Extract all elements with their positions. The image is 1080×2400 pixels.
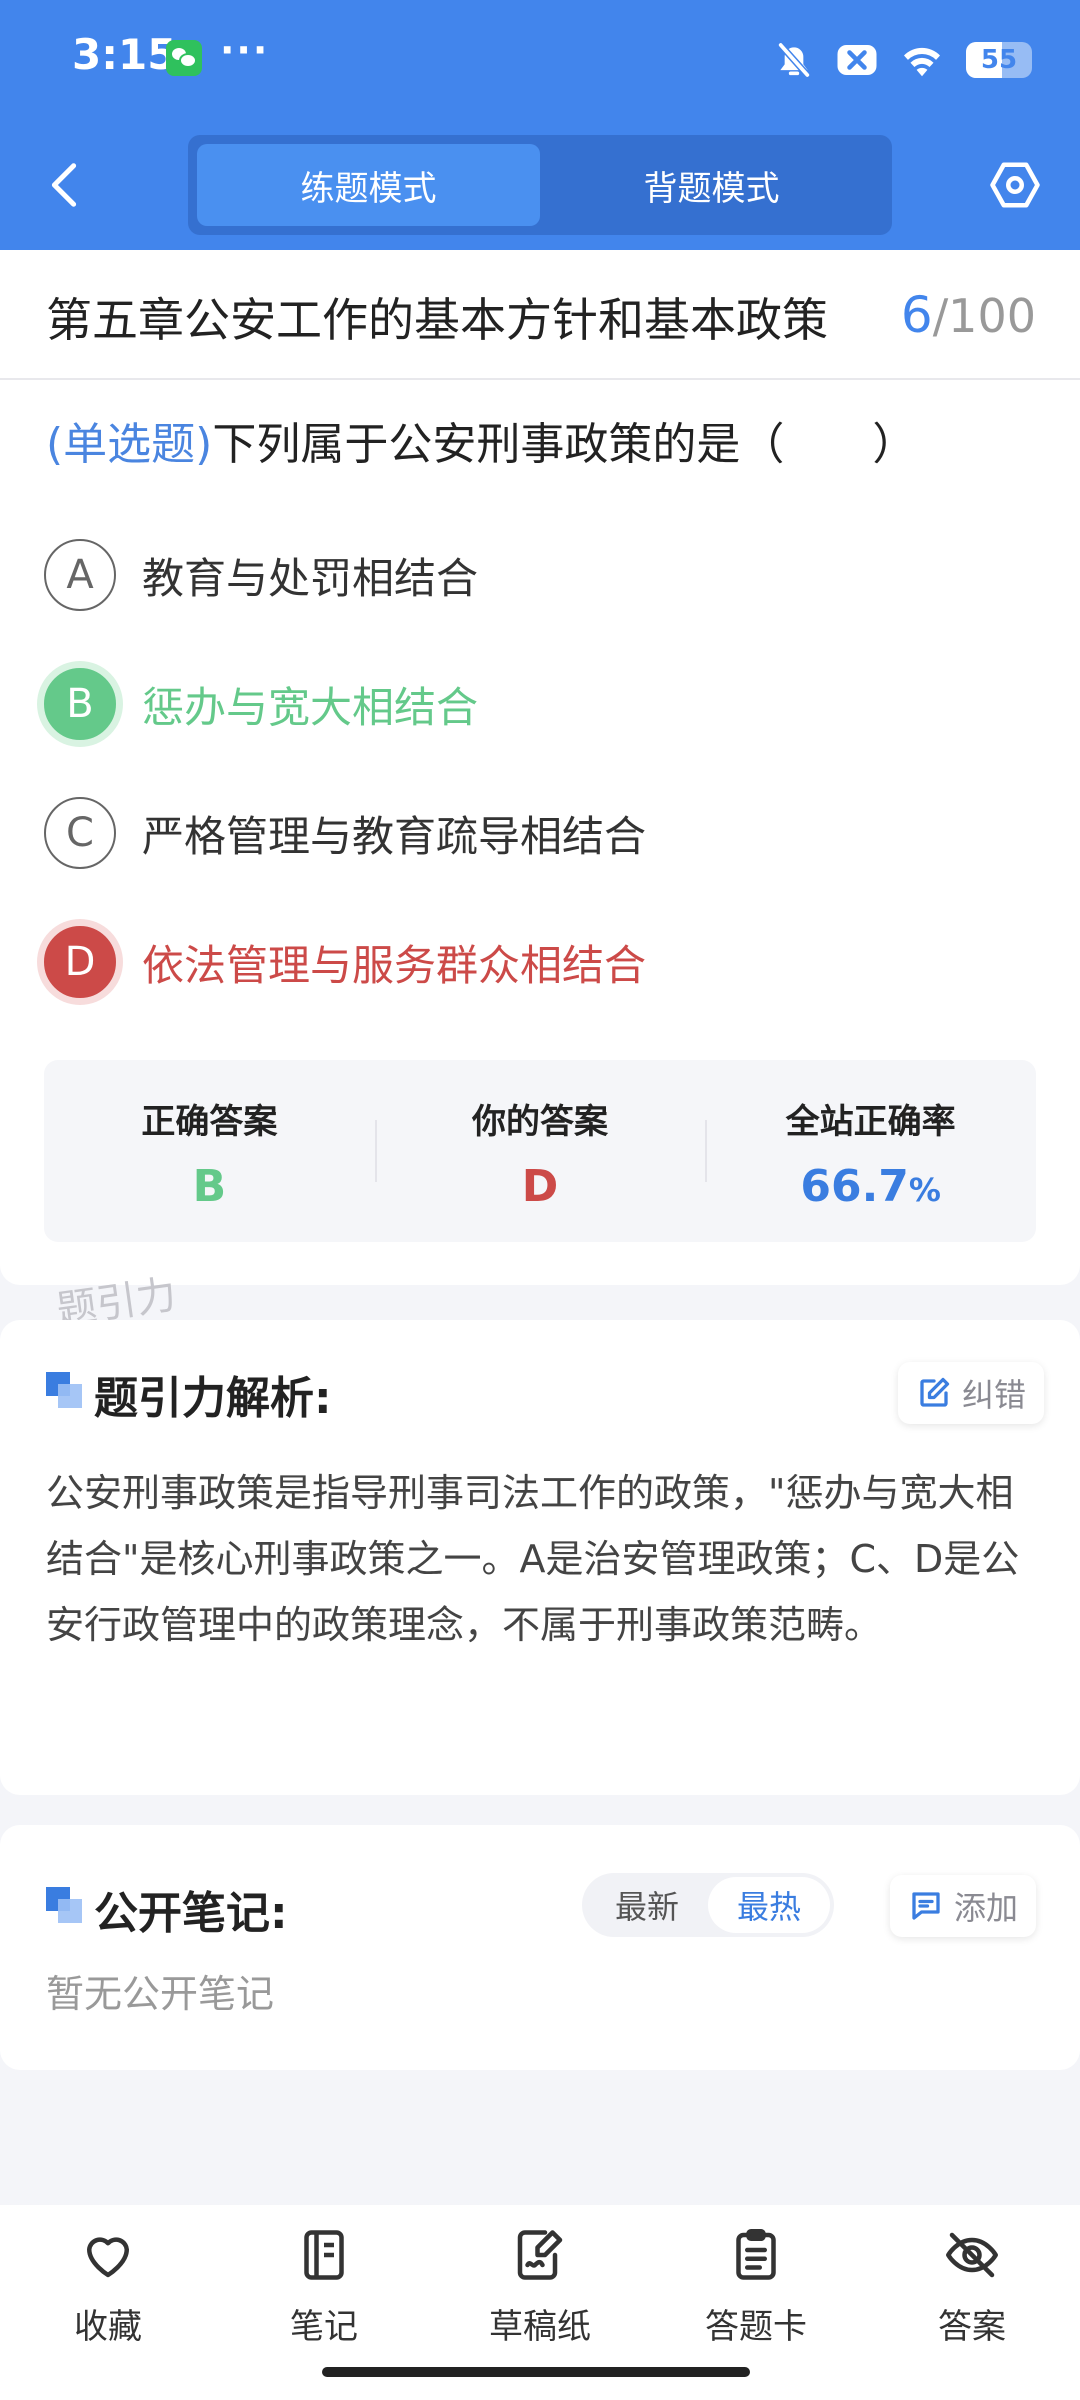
correct-answer-value: B bbox=[192, 1161, 227, 1212]
option-letter: B bbox=[44, 668, 116, 740]
tab-practice-mode[interactable]: 练题模式 bbox=[197, 144, 540, 226]
more-notifications-icon: ··· bbox=[220, 28, 270, 72]
heart-icon bbox=[87, 2237, 129, 2278]
home-indicator bbox=[322, 2367, 750, 2377]
chapter-title: 第五章公安工作的基本方针和基本政策 bbox=[46, 293, 828, 347]
accuracy-unit: % bbox=[908, 1171, 941, 1209]
edit-icon bbox=[920, 1377, 950, 1407]
add-note-label: 添加 bbox=[954, 1889, 1019, 1927]
question-progress: 6/100 bbox=[901, 286, 1036, 344]
analysis-title: 题引力解析: bbox=[94, 1373, 332, 1424]
your-answer-value: D bbox=[521, 1161, 559, 1212]
site-accuracy-stat: 全站正确率 66.7% bbox=[705, 1060, 1036, 1242]
total-questions: /100 bbox=[932, 289, 1036, 343]
notes-label: 笔记 bbox=[290, 2307, 358, 2347]
site-accuracy-value: 66.7% bbox=[800, 1161, 941, 1212]
correct-answer-label: 正确答案 bbox=[141, 1102, 278, 1142]
your-answer-label: 你的答案 bbox=[472, 1102, 608, 1142]
option-text: 依法管理与服务群众相结合 bbox=[142, 940, 647, 990]
option-text: 惩办与宽大相结合 bbox=[142, 682, 479, 732]
draft-paper-label: 草稿纸 bbox=[489, 2307, 591, 2347]
settings-hexagon-icon[interactable] bbox=[988, 158, 1042, 212]
question-card: 第五章公安工作的基本方针和基本政策 6/100 (单选题)下列属于公安刑事政策的… bbox=[0, 250, 1080, 1285]
accuracy-number: 66.7 bbox=[800, 1161, 909, 1212]
mobile-data-off-icon bbox=[837, 45, 877, 75]
option-letter: D bbox=[44, 926, 116, 998]
report-error-label: 纠错 bbox=[962, 1376, 1027, 1414]
analysis-text: 公安刑事政策是指导刑事司法工作的政策，"惩办与宽大相结合"是核心刑事政策之一。A… bbox=[46, 1471, 1020, 1647]
toggle-answer-button[interactable]: 答案 bbox=[892, 2225, 1052, 2348]
draft-paper-button[interactable]: 草稿纸 bbox=[460, 2225, 620, 2348]
favorite-button[interactable]: 收藏 bbox=[28, 2225, 188, 2348]
add-note-button[interactable]: 添加 bbox=[890, 1875, 1037, 1937]
report-error-button[interactable]: 纠错 bbox=[898, 1362, 1045, 1424]
comment-icon bbox=[912, 1892, 940, 1920]
option-letter: A bbox=[44, 539, 116, 611]
option-letter: C bbox=[44, 797, 116, 869]
status-time: 3:15 bbox=[72, 30, 177, 79]
eye-off-icon bbox=[946, 2232, 998, 2278]
answer-card-label: 答题卡 bbox=[705, 2307, 807, 2347]
option-c[interactable]: C 严格管理与教育疏导相结合 bbox=[44, 793, 646, 873]
question-text: 下列属于公安刑事政策的是（ ） bbox=[212, 419, 917, 470]
option-b[interactable]: B 惩办与宽大相结合 bbox=[44, 664, 478, 744]
sort-hottest[interactable]: 最热 bbox=[708, 1877, 830, 1933]
battery-percent: 55 bbox=[980, 45, 1018, 75]
section-square-icon bbox=[46, 1887, 82, 1923]
answer-card-button[interactable]: 答题卡 bbox=[676, 2225, 836, 2348]
option-text: 教育与处罚相结合 bbox=[142, 553, 479, 603]
tab-recite-mode[interactable]: 背题模式 bbox=[540, 144, 883, 226]
sort-latest[interactable]: 最新 bbox=[586, 1877, 708, 1933]
option-d[interactable]: D 依法管理与服务群众相结合 bbox=[44, 922, 646, 1002]
bell-off-icon bbox=[777, 41, 811, 79]
chapter-row: 第五章公安工作的基本方针和基本政策 6/100 bbox=[0, 250, 1080, 380]
notes-sort-toggle: 最新 最热 bbox=[582, 1873, 834, 1937]
section-square-icon bbox=[46, 1372, 82, 1408]
correct-answer-stat: 正确答案 B bbox=[44, 1060, 375, 1242]
wechat-notification-icon bbox=[166, 40, 202, 76]
answer-card-icon bbox=[736, 2229, 776, 2280]
your-answer-stat: 你的答案 D bbox=[374, 1060, 706, 1242]
notebook-icon bbox=[304, 2230, 344, 2280]
favorite-label: 收藏 bbox=[74, 2307, 142, 2347]
notes-button[interactable]: 笔记 bbox=[244, 2225, 404, 2348]
wifi-icon bbox=[904, 47, 940, 77]
draft-icon bbox=[517, 2230, 563, 2280]
question-type: (单选题) bbox=[46, 419, 213, 470]
option-a[interactable]: A 教育与处罚相结合 bbox=[44, 535, 478, 615]
notes-title: 公开笔记: bbox=[94, 1888, 288, 1939]
answer-result-panel: 正确答案 B 你的答案 D 全站正确率 66.7% bbox=[44, 1060, 1036, 1242]
mode-toggle: 练题模式 背题模式 bbox=[188, 135, 892, 235]
public-notes-card: 公开笔记: 最新 最热 添加 暂无公开笔记 bbox=[0, 1825, 1080, 2070]
toggle-answer-label: 答案 bbox=[938, 2307, 1006, 2347]
status-bar: 3:15 ··· 55 bbox=[0, 0, 1080, 120]
empty-notes-message: 暂无公开笔记 bbox=[46, 1972, 275, 2016]
back-chevron-icon[interactable] bbox=[44, 160, 84, 210]
option-text: 严格管理与教育疏导相结合 bbox=[142, 811, 647, 861]
status-icons: 55 bbox=[774, 36, 1032, 84]
current-question-number: 6 bbox=[900, 286, 933, 344]
app-header: 3:15 ··· 55 练题模式 背题模式 bbox=[0, 0, 1080, 250]
site-accuracy-label: 全站正确率 bbox=[785, 1102, 956, 1142]
question-stem: (单选题)下列属于公安刑事政策的是（ ） bbox=[46, 408, 1046, 472]
battery-indicator: 55 bbox=[966, 42, 1032, 78]
analysis-card: 题引力解析: 纠错 公安刑事政策是指导刑事司法工作的政策，"惩办与宽大相结合"是… bbox=[0, 1320, 1080, 1795]
